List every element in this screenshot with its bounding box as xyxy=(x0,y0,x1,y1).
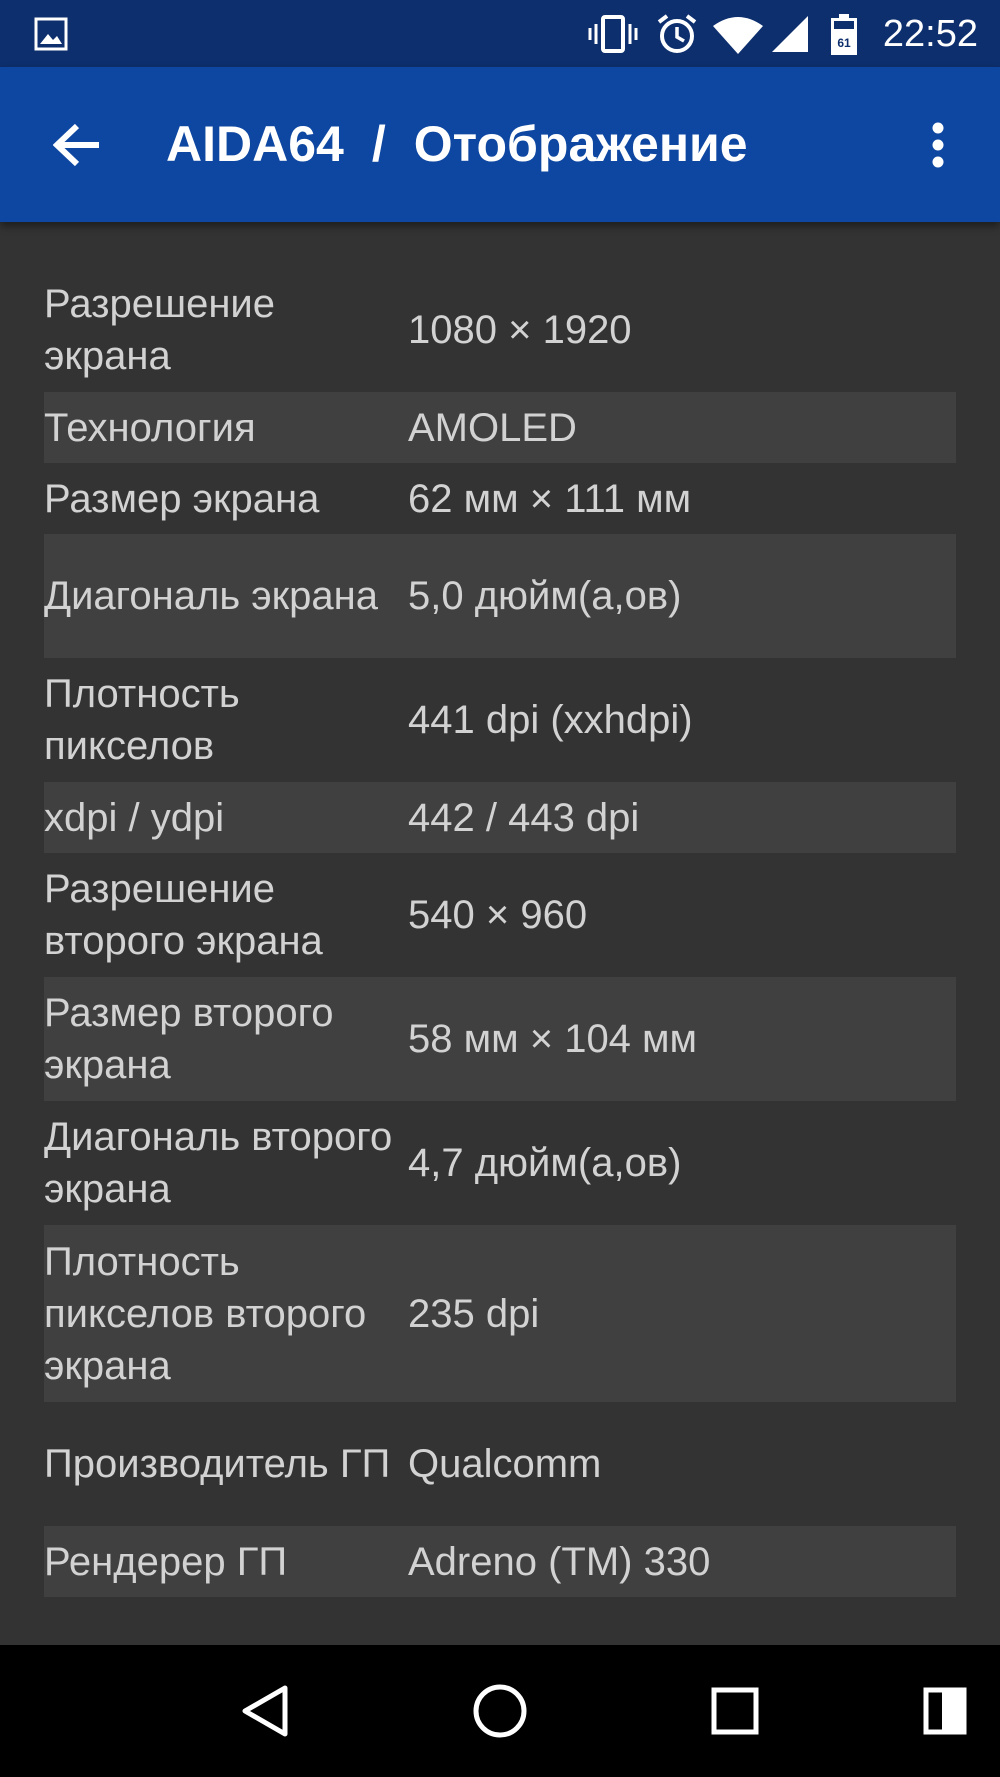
nav-secondary-screen-button[interactable] xyxy=(905,1671,985,1751)
status-time: 22:52 xyxy=(882,13,978,55)
battery-icon: 61 xyxy=(830,14,858,55)
row-technology: Технология AMOLED xyxy=(44,392,956,463)
row-value: 58 мм × 104 мм xyxy=(408,1017,698,1061)
page-title: AIDA64 / Отображение xyxy=(166,111,748,177)
row-value: 4,7 дюйм(а,ов) xyxy=(408,1141,682,1185)
alarm-icon xyxy=(656,14,698,54)
row-label: Диагональ второго экрана xyxy=(44,1115,393,1211)
row-label: Технология xyxy=(44,405,256,450)
row-value: 5,0 дюйм(а,ов) xyxy=(408,574,682,618)
row-value: 1080 × 1920 xyxy=(408,308,632,352)
image-icon xyxy=(34,14,68,54)
row-label: Размер второго экрана xyxy=(44,991,334,1087)
row-value: Qualcomm xyxy=(408,1442,602,1486)
row-value: AMOLED xyxy=(408,405,577,450)
back-button[interactable] xyxy=(40,112,116,178)
navigation-bar xyxy=(0,1645,1000,1777)
nav-home-button[interactable] xyxy=(460,1671,540,1751)
row-gpu-renderer: Рендерер ГП Adreno (TM) 330 xyxy=(44,1526,956,1597)
nav-recents-button[interactable] xyxy=(695,1671,775,1751)
app-name: AIDA64 xyxy=(166,116,344,172)
app-bar: AIDA64 / Отображение xyxy=(0,67,1000,222)
arrow-back-icon xyxy=(53,123,99,167)
wifi-icon xyxy=(712,14,764,54)
row-second-screen-resolution: Разрешение второго экрана 540 × 960 xyxy=(44,853,956,977)
row-label: Разрешение экрана xyxy=(44,282,275,378)
row-xdpi-ydpi: xdpi / ydpi 442 / 443 dpi xyxy=(44,782,956,853)
nav-back-button[interactable] xyxy=(225,1671,305,1751)
row-screen-size: Размер экрана 62 мм × 111 мм xyxy=(44,463,956,534)
row-value: 441 dpi (xxhdpi) xyxy=(408,698,693,742)
home-circle-icon xyxy=(473,1684,527,1738)
row-gpu-vendor: Производитель ГП Qualcomm xyxy=(44,1402,956,1526)
screen: 61 22:52 AIDA64 / Отображение Разрешение э… xyxy=(0,0,1000,1777)
row-label: Диагональ экрана xyxy=(44,574,379,618)
row-value: 235 dpi xyxy=(408,1291,540,1336)
row-label: xdpi / ydpi xyxy=(44,795,225,840)
more-vert-icon xyxy=(932,122,944,168)
row-value: 442 / 443 dpi xyxy=(408,795,640,840)
cell-signal-icon xyxy=(770,14,810,54)
svg-text:61: 61 xyxy=(837,36,851,50)
row-second-screen-pixel-density: Плотность пикселов второго экрана 235 dp… xyxy=(44,1225,956,1402)
overflow-menu-button[interactable] xyxy=(908,112,968,178)
row-label: Разрешение второго экрана xyxy=(44,867,323,963)
row-screen-resolution: Разрешение экрана 1080 × 1920 xyxy=(44,268,956,392)
row-label: Размер экрана xyxy=(44,476,320,521)
row-value: 62 мм × 111 мм xyxy=(408,476,692,521)
row-value: Adreno (TM) 330 xyxy=(408,1539,711,1584)
row-label: Плотность пикселов xyxy=(44,672,240,768)
row-label: Плотность пикселов второго экрана xyxy=(44,1239,367,1388)
row-pixel-density: Плотность пикселов 441 dpi (xxhdpi) xyxy=(44,658,956,782)
vibrate-icon xyxy=(588,14,638,54)
title-separator: / xyxy=(371,116,386,172)
row-value: 540 × 960 xyxy=(408,893,588,937)
section-name: Отображение xyxy=(413,116,748,172)
back-triangle-icon xyxy=(242,1685,288,1737)
secondary-screen-icon xyxy=(923,1687,967,1735)
row-second-screen-size: Размер второго экрана 58 мм × 104 мм xyxy=(44,977,956,1101)
display-info-table: Разрешение экрана 1080 × 1920 Технология… xyxy=(44,268,956,1597)
recents-square-icon xyxy=(711,1687,759,1735)
row-label: Рендерер ГП xyxy=(44,1539,288,1584)
row-label: Производитель ГП xyxy=(44,1442,391,1486)
row-second-screen-diagonal: Диагональ второго экрана 4,7 дюйм(а,ов) xyxy=(44,1101,956,1225)
row-screen-diagonal: Диагональ экрана 5,0 дюйм(а,ов) xyxy=(44,534,956,658)
status-bar: 61 22:52 xyxy=(0,0,1000,67)
